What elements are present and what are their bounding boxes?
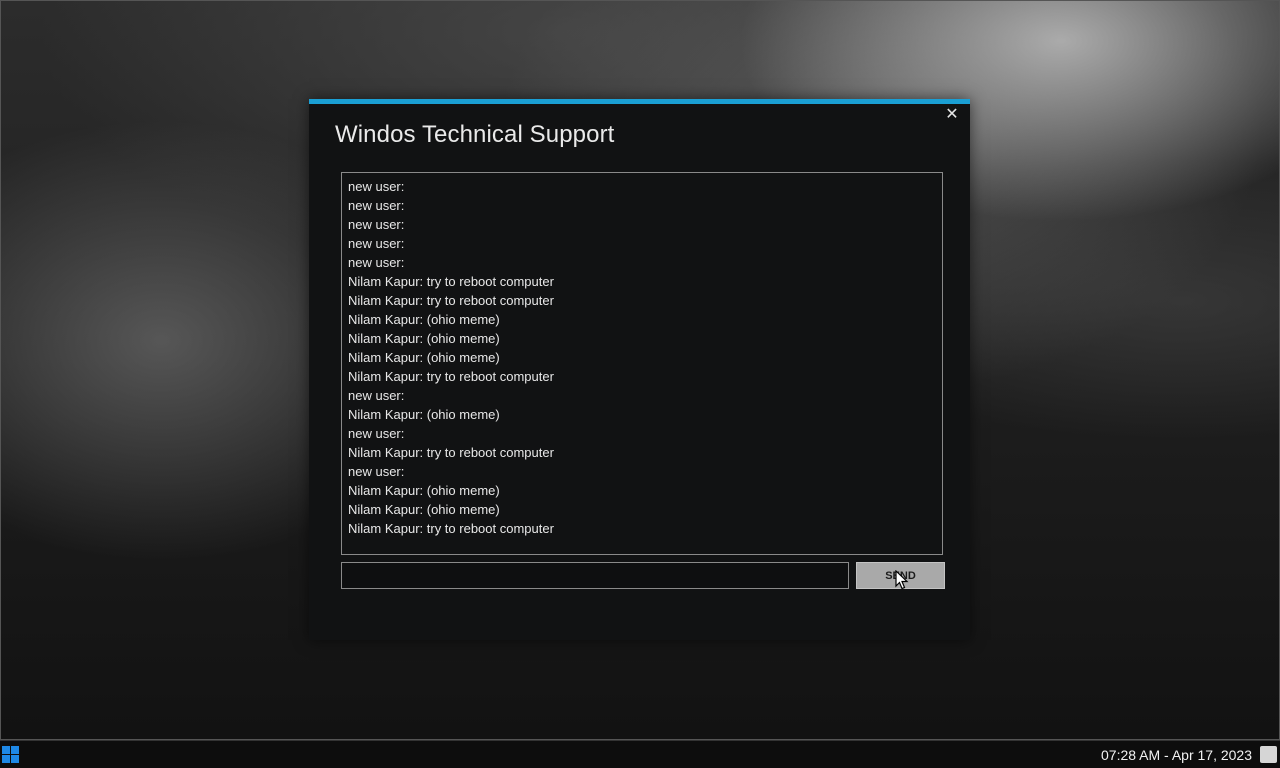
chat-message: Nilam Kapur: try to reboot computer <box>348 293 554 308</box>
chat-message: Nilam Kapur: try to reboot computer <box>348 445 554 460</box>
chat-message: new user: <box>348 198 405 213</box>
chat-message: new user: <box>348 426 405 441</box>
chat-message: new user: <box>348 217 405 232</box>
close-icon[interactable]: ✕ <box>942 106 962 124</box>
taskbar-clock: 07:28 AM - Apr 17, 2023 <box>1101 747 1252 763</box>
chat-message: Nilam Kapur: (ohio meme) <box>348 502 500 517</box>
message-input[interactable] <box>341 562 849 589</box>
chat-message: Nilam Kapur: try to reboot computer <box>348 369 554 384</box>
chat-message: new user: <box>348 388 405 403</box>
chat-message: Nilam Kapur: (ohio meme) <box>348 483 500 498</box>
chat-message: Nilam Kapur: try to reboot computer <box>348 274 554 289</box>
chat-message: Nilam Kapur: (ohio meme) <box>348 312 500 327</box>
send-button[interactable]: SEND <box>856 562 945 589</box>
chat-log[interactable]: new user: new user: new user: new user: new … <box>341 172 943 555</box>
chat-message: Nilam Kapur: (ohio meme) <box>348 350 500 365</box>
windows-logo-icon[interactable] <box>2 746 19 763</box>
chat-message: new user: <box>348 464 405 479</box>
window-title: Windos Technical Support <box>335 121 615 148</box>
taskbar: 07:28 AM - Apr 17, 2023 <box>0 740 1280 768</box>
window-accent-bar <box>309 99 970 104</box>
chat-message: Nilam Kapur: (ohio meme) <box>348 407 500 422</box>
chat-message: new user: <box>348 255 405 270</box>
support-chat-window: ✕ Windos Technical Support new user: new … <box>309 99 970 640</box>
chat-message: new user: <box>348 236 405 251</box>
user-icon[interactable] <box>1260 746 1277 763</box>
chat-message: Nilam Kapur: (ohio meme) <box>348 331 500 346</box>
chat-message: new user: <box>348 179 405 194</box>
chat-message: Nilam Kapur: try to reboot computer <box>348 521 554 536</box>
